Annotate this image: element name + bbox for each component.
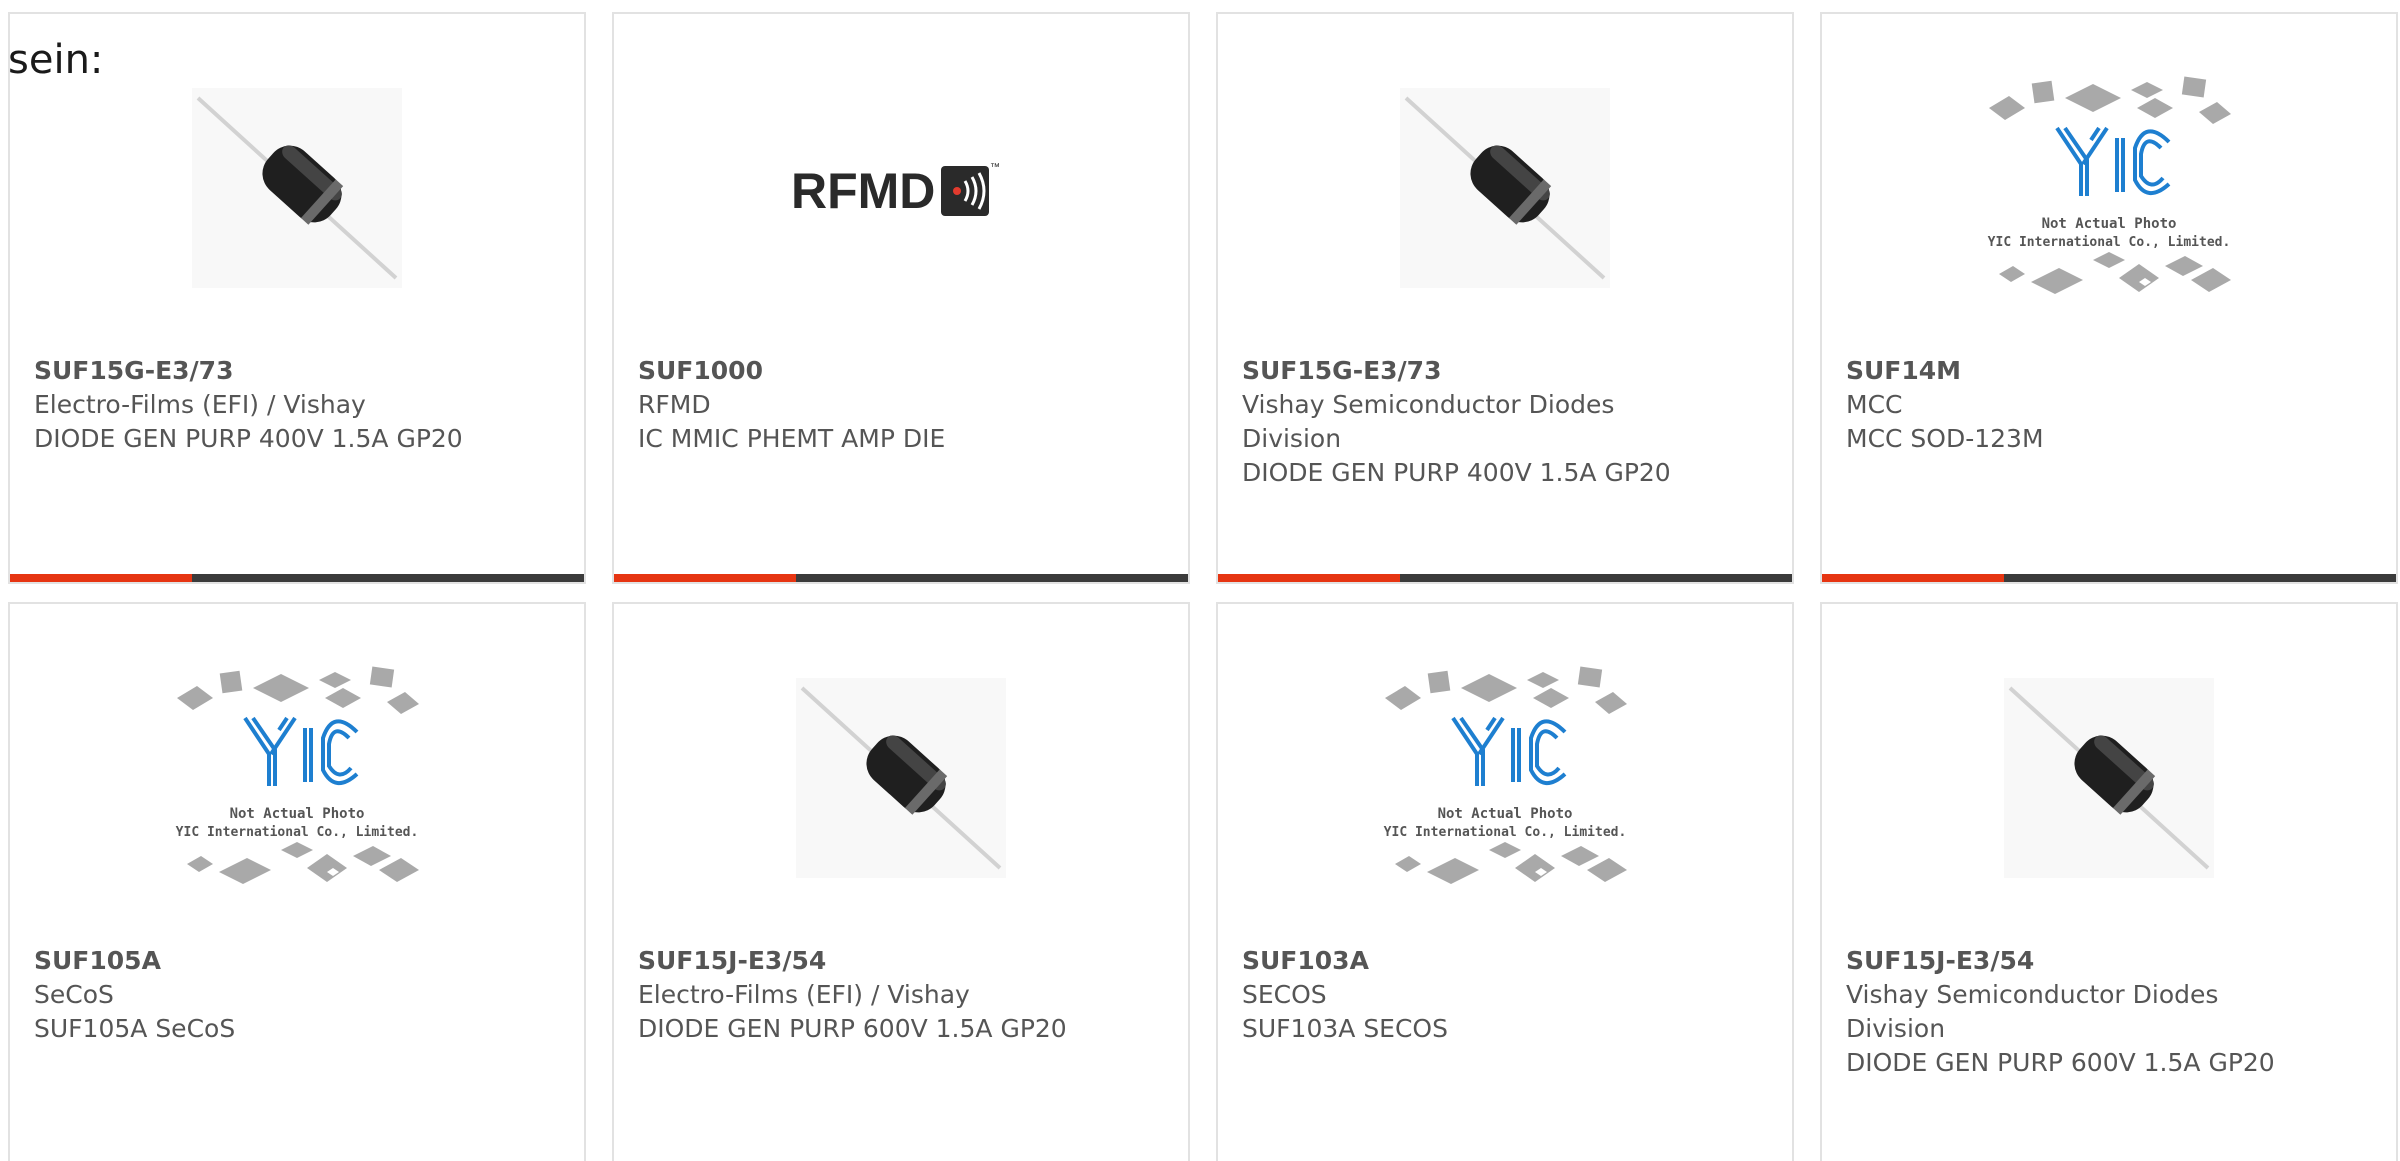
card-footer-bar xyxy=(614,574,1188,582)
card-footer-bar xyxy=(1218,574,1792,582)
axial-diode-icon xyxy=(2004,678,2214,878)
part-number[interactable]: SUF14M xyxy=(1846,354,2316,388)
product-image[interactable]: Not Actual Photo YIC International Co., … xyxy=(1218,666,1792,888)
product-info: SUF15J-E3/54 Vishay Semiconductor Diodes… xyxy=(1846,944,2316,1080)
product-card[interactable]: SUF15G-E3/73 Vishay Semiconductor Diodes… xyxy=(1216,12,1794,584)
product-card[interactable]: SUF15G-E3/73 Electro-Films (EFI) / Visha… xyxy=(8,12,586,584)
leadin-text: sein: xyxy=(8,37,104,83)
card-accent-bar xyxy=(1218,574,1400,582)
yic-placeholder-icon: Not Actual Photo YIC International Co., … xyxy=(1384,666,1627,884)
product-image[interactable]: Not Actual Photo YIC International Co., … xyxy=(10,666,584,888)
part-number[interactable]: SUF15J-E3/54 xyxy=(638,944,1108,978)
manufacturer: Electro-Films (EFI) / Vishay xyxy=(34,390,366,419)
product-info: SUF103A SECOS SUF103A SECOS xyxy=(1242,944,1712,1046)
description: DIODE GEN PURP 400V 1.5A GP20 xyxy=(34,424,463,453)
axial-diode-icon xyxy=(1400,88,1610,288)
product-info: SUF15G-E3/73 Electro-Films (EFI) / Visha… xyxy=(34,354,504,456)
product-image[interactable] xyxy=(1822,668,2396,888)
yic-placeholder-icon: Not Actual Photo YIC International Co., … xyxy=(1988,76,2231,294)
card-footer-bar xyxy=(1822,574,2396,582)
manufacturer: Electro-Films (EFI) / Vishay xyxy=(638,980,970,1009)
axial-diode-icon xyxy=(192,88,402,288)
part-number[interactable]: SUF15G-E3/73 xyxy=(1242,354,1712,388)
part-number[interactable]: SUF1000 xyxy=(638,354,1108,388)
product-image[interactable] xyxy=(614,668,1188,888)
svg-text:YIC International Co., Limited: YIC International Co., Limited. xyxy=(1384,825,1627,840)
product-info: SUF15J-E3/54 Electro-Films (EFI) / Visha… xyxy=(638,944,1108,1046)
part-number[interactable]: SUF105A xyxy=(34,944,504,978)
axial-diode-icon xyxy=(796,678,1006,878)
product-card[interactable]: SUF15J-E3/54 Electro-Films (EFI) / Visha… xyxy=(612,602,1190,1161)
manufacturer: Vishay Semiconductor Diodes Division xyxy=(1846,980,2219,1043)
product-info: SUF15G-E3/73 Vishay Semiconductor Diodes… xyxy=(1242,354,1712,490)
description: IC MMIC PHEMT AMP DIE xyxy=(638,424,946,453)
product-info: SUF14M MCC MCC SOD-123M xyxy=(1846,354,2316,456)
description: DIODE GEN PURP 600V 1.5A GP20 xyxy=(638,1014,1067,1043)
card-footer-bar xyxy=(10,574,584,582)
product-card[interactable]: Not Actual Photo YIC International Co., … xyxy=(8,602,586,1161)
manufacturer: SeCoS xyxy=(34,980,114,1009)
svg-text:Not Actual Photo: Not Actual Photo xyxy=(230,806,365,822)
svg-text:YIC International Co., Limited: YIC International Co., Limited. xyxy=(176,825,419,840)
product-image[interactable] xyxy=(10,78,584,298)
manufacturer: RFMD xyxy=(638,390,711,419)
svg-text:™: ™ xyxy=(990,162,1000,173)
svg-text:YIC International Co., Limited: YIC International Co., Limited. xyxy=(1988,235,2231,250)
svg-text:Not Actual Photo: Not Actual Photo xyxy=(2042,216,2177,232)
product-image[interactable]: Not Actual Photo YIC International Co., … xyxy=(1822,76,2396,298)
product-card[interactable]: Not Actual Photo YIC International Co., … xyxy=(1820,12,2398,584)
description: DIODE GEN PURP 400V 1.5A GP20 xyxy=(1242,458,1671,487)
part-number[interactable]: SUF103A xyxy=(1242,944,1712,978)
product-image[interactable] xyxy=(1218,78,1792,298)
manufacturer: MCC xyxy=(1846,390,1903,419)
svg-text:RFMD: RFMD xyxy=(791,163,935,219)
product-info: SUF1000 RFMD IC MMIC PHEMT AMP DIE xyxy=(638,354,1108,456)
description: SUF103A SECOS xyxy=(1242,1014,1448,1043)
product-card[interactable]: SUF15J-E3/54 Vishay Semiconductor Diodes… xyxy=(1820,602,2398,1161)
description: DIODE GEN PURP 600V 1.5A GP20 xyxy=(1846,1048,2275,1077)
manufacturer: Vishay Semiconductor Diodes Division xyxy=(1242,390,1615,453)
manufacturer: SECOS xyxy=(1242,980,1327,1009)
description: MCC SOD-123M xyxy=(1846,424,2044,453)
product-card[interactable]: Not Actual Photo YIC International Co., … xyxy=(1216,602,1794,1161)
product-card[interactable]: RFMD ™ SUF1000 RFMD IC MMIC PHEMT AMP DI… xyxy=(612,12,1190,584)
part-number[interactable]: SUF15G-E3/73 xyxy=(34,354,504,388)
product-info: SUF105A SeCoS SUF105A SeCoS xyxy=(34,944,504,1046)
description: SUF105A SeCoS xyxy=(34,1014,236,1043)
product-image[interactable]: RFMD ™ xyxy=(614,78,1188,298)
product-grid-page: sein: SUF15G-E3/73 Electro-Films (EFI) /… xyxy=(0,0,2400,1161)
rfmd-logo-icon: RFMD ™ xyxy=(791,162,1000,219)
card-accent-bar xyxy=(10,574,192,582)
yic-placeholder-icon: Not Actual Photo YIC International Co., … xyxy=(176,666,419,884)
svg-text:Not Actual Photo: Not Actual Photo xyxy=(1438,806,1573,822)
card-accent-bar xyxy=(1822,574,2004,582)
card-accent-bar xyxy=(614,574,796,582)
part-number[interactable]: SUF15J-E3/54 xyxy=(1846,944,2316,978)
